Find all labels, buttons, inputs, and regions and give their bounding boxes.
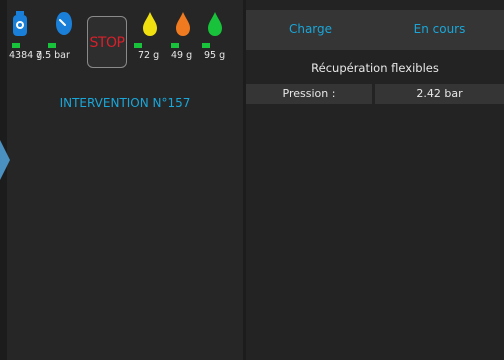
right-panel: Charge En cours Récupération flexibles P… <box>246 0 504 360</box>
reading-value: 49 g <box>171 50 193 61</box>
main-screen: 4384 g 7.5 bar STOP 72 g 49 g 95 g INTER… <box>0 0 504 360</box>
level-bar <box>12 43 20 48</box>
left-edge <box>0 0 7 360</box>
reading-value: 7.5 bar <box>36 50 70 61</box>
stop-button[interactable]: STOP <box>87 16 127 68</box>
refrigerant-bottle-icon <box>10 10 30 38</box>
pressure-gauge-icon <box>54 10 74 38</box>
oil-drop-orange-icon <box>173 10 193 38</box>
reading-value: 72 g <box>138 50 160 61</box>
pressure-value: 2.42 bar <box>375 84 504 104</box>
level-bar <box>171 43 179 48</box>
pressure-label: Pression : <box>246 84 372 104</box>
level-bar <box>134 43 142 48</box>
reading-value: 95 g <box>204 50 226 61</box>
oil-drop-yellow-icon <box>140 10 160 38</box>
left-panel: 4384 g 7.5 bar STOP 72 g 49 g 95 g INTER… <box>7 0 243 360</box>
step-title: Récupération flexibles <box>311 61 439 75</box>
readings-row: 4384 g 7.5 bar STOP 72 g 49 g 95 g <box>7 10 243 68</box>
status-label: En cours <box>413 22 466 36</box>
stop-label: STOP <box>89 35 125 51</box>
level-bar <box>202 43 210 48</box>
status-header: Charge En cours <box>246 10 504 50</box>
oil-drop-green-icon <box>205 10 225 38</box>
mode-label: Charge <box>288 22 333 36</box>
pressure-row: Pression : 2.42 bar <box>246 84 504 104</box>
level-bar <box>48 43 56 48</box>
intervention-title: INTERVENTION N°157 <box>59 96 191 110</box>
